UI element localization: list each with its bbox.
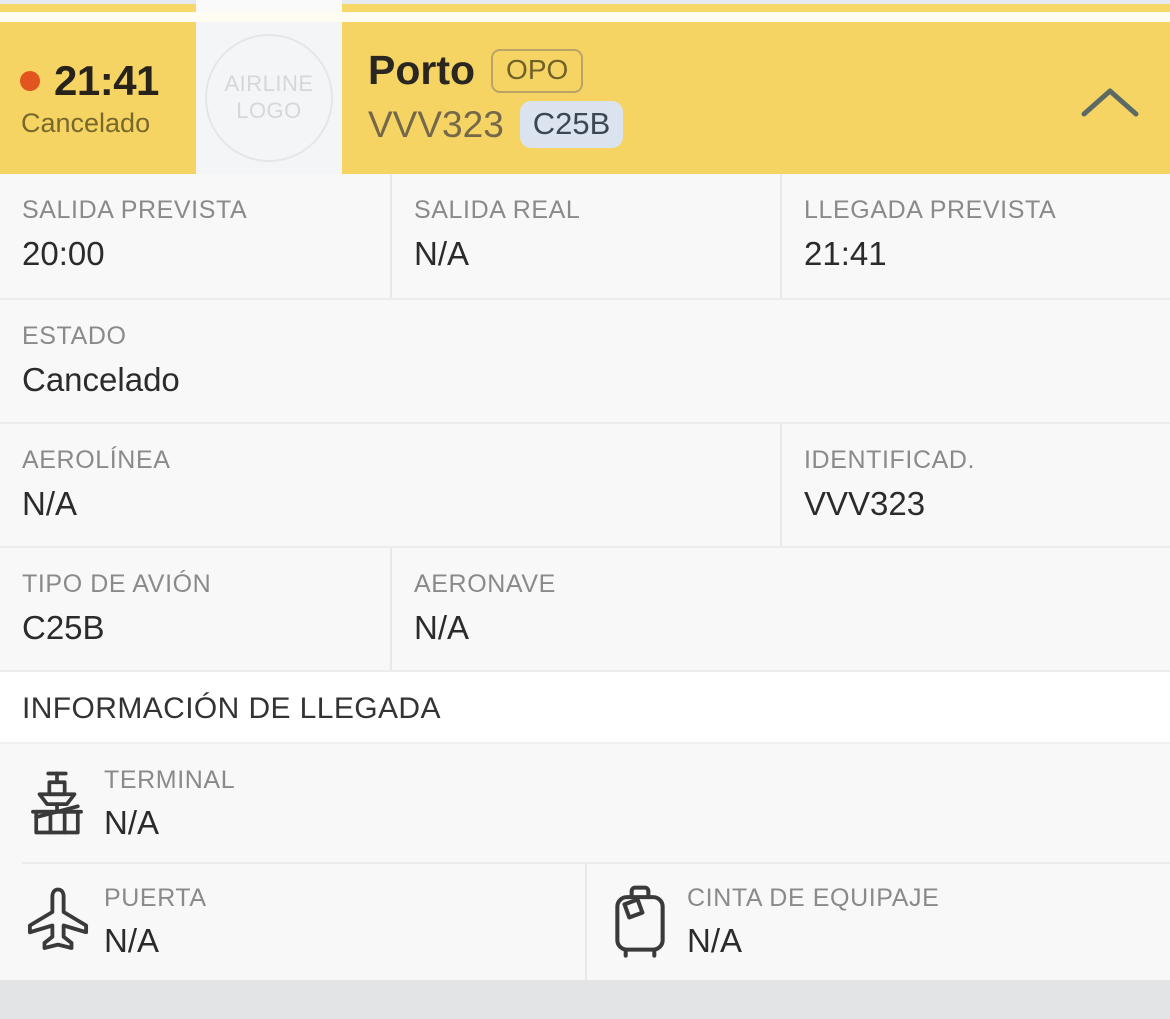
scheduled-arrival-cell: LLEGADA PREVISTA 21:41: [780, 174, 1170, 298]
header-time-block: 21:41 Cancelado: [0, 22, 196, 174]
equipment-code-chip: C25B: [519, 100, 624, 148]
baggage-value: N/A: [687, 921, 743, 959]
gate-baggage-row: PUERTA N/A CINTA DE EQUIPAJE N/A: [0, 862, 1170, 980]
aircraft-registration-value: N/A: [414, 609, 470, 646]
control-tower-icon: [31, 771, 83, 835]
actual-departure-value: N/A: [414, 235, 470, 272]
scheduled-arrival-value: 21:41: [804, 235, 887, 272]
identifier-value: VVV323: [804, 485, 926, 522]
airplane-icon: [27, 887, 89, 950]
scheduled-departure-cell: SALIDA PREVISTA 20:00: [0, 174, 390, 298]
scheduled-departure-value: 20:00: [22, 235, 105, 272]
aircraft-row: TIPO DE AVIÓN C25B AERONAVE N/A: [0, 546, 1170, 670]
header-city: Porto: [368, 47, 476, 93]
aircraft-type-label: TIPO DE AVIÓN: [22, 570, 212, 598]
baggage-label: CINTA DE EQUIPAJE: [687, 883, 940, 912]
scheduled-arrival-label: LLEGADA PREVISTA: [804, 196, 1057, 224]
identifier-cell: IDENTIFICAD. VVV323: [780, 424, 1170, 546]
airline-cell: AEROLÍNEA N/A: [0, 424, 780, 546]
collapse-toggle-button[interactable]: [1050, 22, 1170, 174]
row-gap: [0, 12, 1170, 22]
aircraft-type-value: C25B: [22, 609, 105, 646]
header-status-label: Cancelado: [21, 107, 151, 138]
airline-logo-cell: AIRLINE LOGO: [196, 22, 342, 174]
actual-departure-cell: SALIDA REAL N/A: [390, 174, 780, 298]
baggage-icon-holder: [609, 882, 687, 960]
bottom-spacer: [0, 980, 1170, 1019]
airline-label: AEROLÍNEA: [22, 446, 171, 474]
scheduled-departure-label: SALIDA PREVISTA: [22, 196, 248, 224]
iata-code-chip: OPO: [491, 48, 584, 93]
gate-value: N/A: [104, 921, 160, 959]
suitcase-icon: [615, 885, 665, 958]
status-value: Cancelado: [22, 361, 180, 398]
header-flight-number: VVV323: [368, 103, 504, 145]
terminal-row: TERMINAL N/A: [0, 744, 1170, 862]
airline-value: N/A: [22, 485, 78, 522]
aircraft-registration-cell: AERONAVE N/A: [390, 548, 1170, 670]
flight-detail-screen: 21:41 Cancelado AIRLINE LOGO Porto OPO V…: [0, 0, 1170, 1019]
terminal-block: TERMINAL N/A: [0, 748, 1170, 859]
gate-label: PUERTA: [104, 883, 207, 912]
status-row: ESTADO Cancelado: [0, 298, 1170, 422]
airline-logo-placeholder: AIRLINE LOGO: [205, 34, 333, 162]
header-main: Porto OPO VVV323 C25B: [342, 22, 1050, 174]
gate-texts: PUERTA N/A: [104, 883, 207, 959]
header-city-row: Porto OPO: [368, 47, 1050, 93]
previous-row-sliver: [0, 0, 1170, 12]
header-flight-row: VVV323 C25B: [368, 100, 1050, 148]
times-row: SALIDA PREVISTA 20:00 SALIDA REAL N/A LL…: [0, 174, 1170, 298]
flight-detail-body: SALIDA PREVISTA 20:00 SALIDA REAL N/A LL…: [0, 174, 1170, 980]
terminal-value: N/A: [104, 803, 160, 841]
identifier-label: IDENTIFICAD.: [804, 446, 976, 474]
terminal-texts: TERMINAL N/A: [104, 765, 236, 841]
baggage-block: CINTA DE EQUIPAJE N/A: [585, 862, 1170, 980]
status-dot-icon: [20, 70, 40, 91]
aircraft-type-cell: TIPO DE AVIÓN C25B: [0, 548, 390, 670]
gate-icon-holder: [22, 885, 104, 957]
arrival-section-title: INFORMACIÓN DE LLEGADA: [0, 670, 1170, 744]
actual-departure-label: SALIDA REAL: [414, 196, 581, 224]
aircraft-registration-label: AERONAVE: [414, 570, 556, 598]
gate-block: PUERTA N/A: [0, 865, 585, 977]
airline-logo-line1: AIRLINE: [224, 71, 314, 97]
baggage-texts: CINTA DE EQUIPAJE N/A: [687, 883, 940, 959]
status-label: ESTADO: [22, 322, 127, 350]
header-time-line: 21:41: [20, 56, 196, 104]
airline-row: AEROLÍNEA N/A IDENTIFICAD. VVV323: [0, 422, 1170, 546]
terminal-label: TERMINAL: [104, 765, 236, 794]
status-cell: ESTADO Cancelado: [0, 300, 1170, 422]
flight-header[interactable]: 21:41 Cancelado AIRLINE LOGO Porto OPO V…: [0, 22, 1170, 174]
header-time: 21:41: [54, 56, 159, 104]
terminal-icon-holder: [22, 768, 104, 838]
chevron-up-icon: [1081, 88, 1139, 117]
airline-logo-line2: LOGO: [236, 98, 302, 123]
